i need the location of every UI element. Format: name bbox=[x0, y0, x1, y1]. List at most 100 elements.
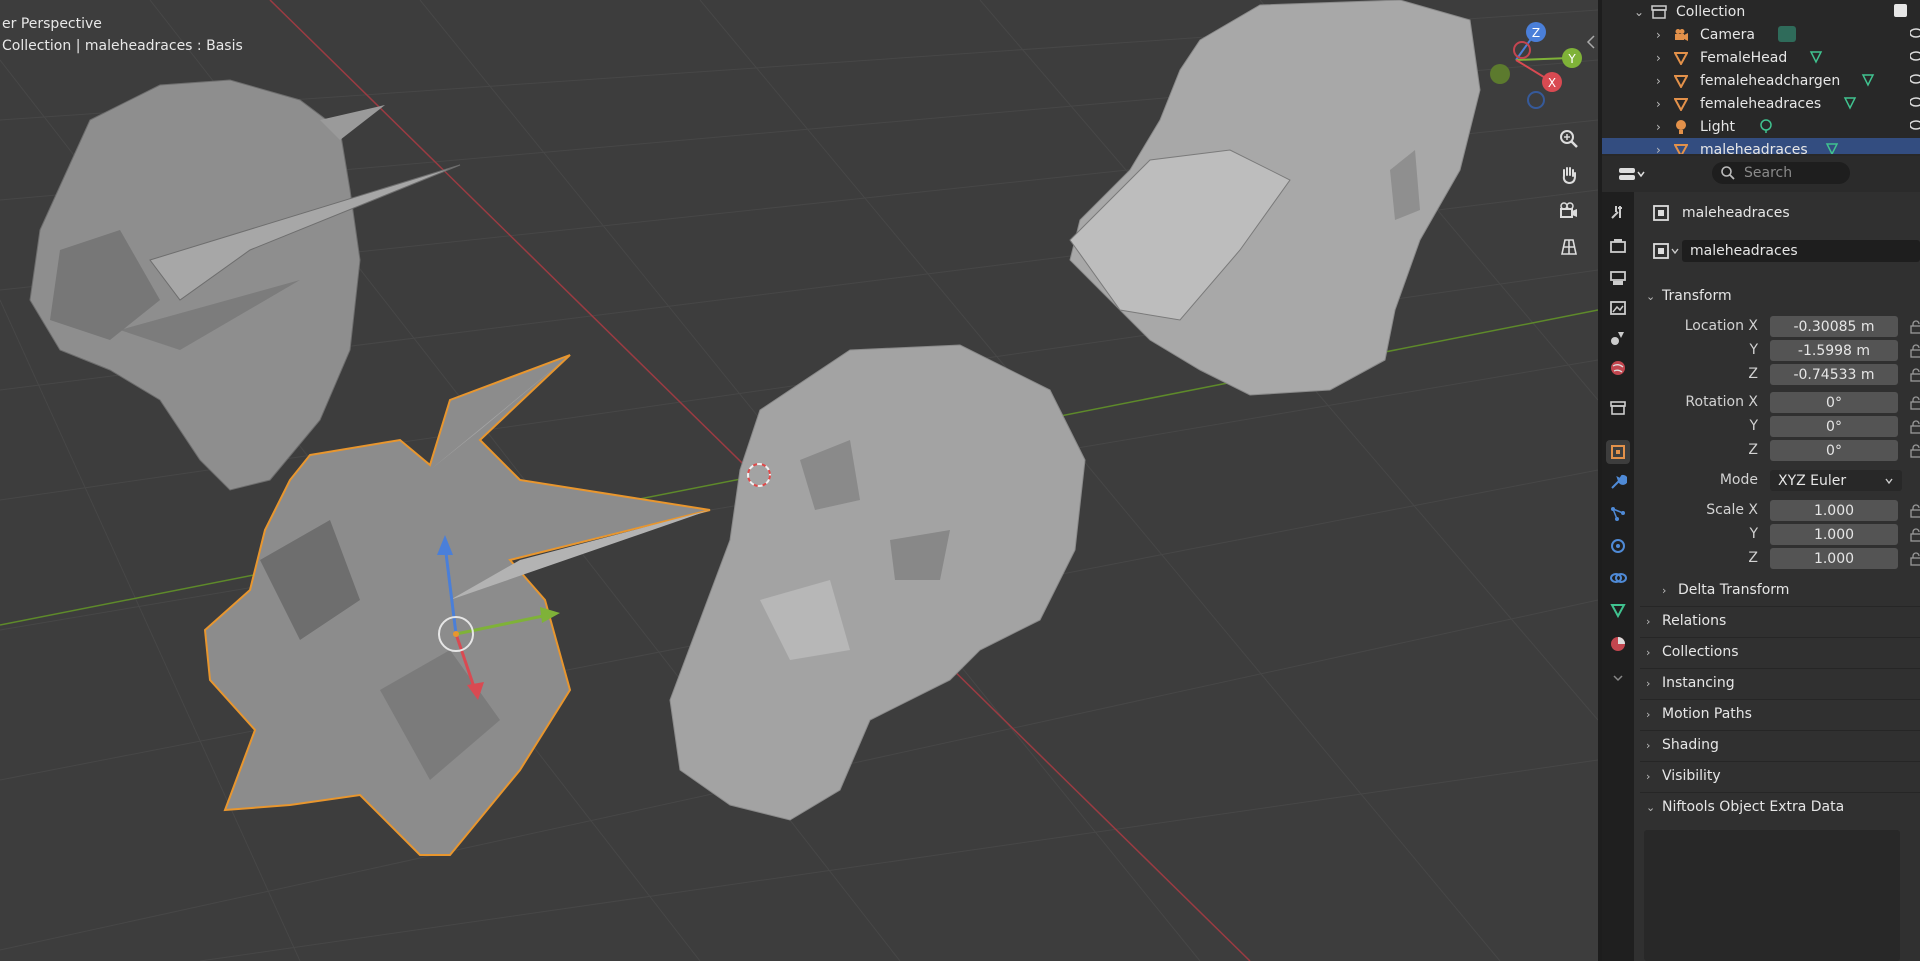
tab-constraints[interactable] bbox=[1606, 566, 1630, 590]
shading-panel-header[interactable]: › Shading bbox=[1634, 731, 1920, 759]
outliner-item-femalehead[interactable]: › FemaleHead bbox=[1602, 46, 1920, 69]
chevron-right-icon[interactable]: › bbox=[1656, 143, 1661, 155]
tab-object[interactable] bbox=[1606, 440, 1630, 464]
tab-data[interactable] bbox=[1606, 598, 1630, 622]
light-data-icon[interactable] bbox=[1758, 118, 1774, 138]
chevron-right-icon[interactable]: › bbox=[1656, 120, 1661, 134]
visibility-panel-header[interactable]: › Visibility bbox=[1634, 762, 1920, 790]
checkbox-icon[interactable] bbox=[1894, 4, 1907, 17]
outliner-item-maleheadraces[interactable]: › maleheadraces bbox=[1602, 138, 1920, 154]
lock-icon[interactable] bbox=[1910, 420, 1920, 434]
outliner-item-femaleheadraces[interactable]: › femaleheadraces bbox=[1602, 92, 1920, 115]
collection-icon bbox=[1610, 401, 1626, 415]
relations-panel-header[interactable]: › Relations bbox=[1634, 607, 1920, 635]
panel-label: Visibility bbox=[1662, 768, 1721, 784]
eye-icon[interactable] bbox=[1909, 73, 1920, 89]
outliner-item-label: femaleheadraces bbox=[1700, 95, 1822, 112]
location-z-field[interactable]: -0.74533 m bbox=[1770, 364, 1898, 385]
scene-canvas[interactable]: Z Y X bbox=[0, 0, 1598, 961]
scale-y-label: Y bbox=[1749, 526, 1758, 542]
location-x-field[interactable]: -0.30085 m bbox=[1770, 316, 1898, 337]
tab-modifiers[interactable] bbox=[1606, 470, 1630, 494]
chevron-right-icon: › bbox=[1646, 676, 1651, 690]
rotation-x-field[interactable]: 0° bbox=[1770, 392, 1898, 413]
lock-icon[interactable] bbox=[1910, 444, 1920, 458]
niftools-list[interactable] bbox=[1644, 830, 1900, 961]
chevron-down-icon[interactable]: ⌄ bbox=[1634, 5, 1644, 19]
rotation-z-label: Z bbox=[1748, 442, 1758, 458]
lock-icon[interactable] bbox=[1910, 552, 1920, 566]
lock-icon[interactable] bbox=[1910, 504, 1920, 518]
eye-icon[interactable] bbox=[1909, 119, 1920, 135]
object-name-field[interactable]: maleheadraces bbox=[1682, 240, 1920, 262]
outliner-item-femaleheadchargen[interactable]: › femaleheadchargen bbox=[1602, 69, 1920, 92]
rotation-mode-dropdown[interactable]: XYZ Euler bbox=[1770, 470, 1902, 491]
collection-icon bbox=[1650, 3, 1668, 21]
tab-physics[interactable] bbox=[1606, 534, 1630, 558]
object-title: maleheadraces bbox=[1682, 205, 1790, 221]
object-name-row: maleheadraces bbox=[1652, 240, 1920, 262]
eye-icon[interactable] bbox=[1909, 96, 1920, 112]
scale-x-field[interactable]: 1.000 bbox=[1770, 500, 1898, 521]
tab-collection[interactable] bbox=[1606, 396, 1630, 420]
outliner-item-camera[interactable]: › Camera bbox=[1602, 23, 1920, 46]
lock-icon[interactable] bbox=[1910, 320, 1920, 334]
object-title-row: maleheadraces bbox=[1652, 204, 1790, 222]
scale-z-field[interactable]: 1.000 bbox=[1770, 548, 1898, 569]
ortho-toggle-button[interactable] bbox=[1552, 230, 1586, 264]
tab-material[interactable] bbox=[1606, 632, 1630, 656]
eye-icon[interactable] bbox=[1909, 50, 1920, 66]
outliner-item-light[interactable]: › Light bbox=[1602, 115, 1920, 138]
mesh-data-icon[interactable] bbox=[1808, 49, 1824, 69]
mesh-data-icon[interactable] bbox=[1860, 72, 1876, 92]
scale-y-field[interactable]: 1.000 bbox=[1770, 524, 1898, 545]
tab-more[interactable] bbox=[1606, 666, 1630, 690]
lock-icon[interactable] bbox=[1910, 368, 1920, 382]
tab-tool[interactable] bbox=[1606, 200, 1630, 224]
head-mesh-top-right bbox=[1069, 0, 1481, 396]
3d-viewport[interactable]: Z Y X er Perspective Collection | malehe… bbox=[0, 0, 1598, 961]
tab-output[interactable] bbox=[1606, 266, 1630, 290]
object-browse-button[interactable] bbox=[1652, 242, 1682, 260]
tab-world[interactable] bbox=[1606, 356, 1630, 380]
chevron-right-icon[interactable]: › bbox=[1656, 97, 1661, 111]
eye-icon[interactable] bbox=[1909, 27, 1920, 43]
camera-data-icon[interactable] bbox=[1778, 26, 1796, 42]
chevron-right-icon[interactable]: › bbox=[1656, 74, 1661, 88]
mesh-data-icon[interactable] bbox=[1842, 95, 1858, 115]
motion-paths-panel-header[interactable]: › Motion Paths bbox=[1634, 700, 1920, 728]
editor-type-button[interactable] bbox=[1618, 164, 1648, 184]
grid-icon bbox=[1561, 239, 1577, 255]
lock-icon[interactable] bbox=[1910, 528, 1920, 542]
outliner-item-label: Light bbox=[1700, 118, 1735, 135]
instancing-panel-header[interactable]: › Instancing bbox=[1634, 669, 1920, 697]
pan-button[interactable] bbox=[1552, 158, 1586, 192]
panel-label: Shading bbox=[1662, 737, 1719, 753]
constraint-icon bbox=[1610, 573, 1627, 583]
tab-render[interactable] bbox=[1606, 234, 1630, 258]
search-field[interactable]: Search bbox=[1712, 162, 1850, 184]
outliner-collection-row[interactable]: ⌄ Collection bbox=[1602, 0, 1920, 23]
niftools-panel-header[interactable]: ⌄ Niftools Object Extra Data bbox=[1634, 793, 1920, 821]
rotation-z-field[interactable]: 0° bbox=[1770, 440, 1898, 461]
lock-icon[interactable] bbox=[1910, 396, 1920, 410]
mesh-data-icon[interactable] bbox=[1824, 141, 1840, 154]
transform-panel-header[interactable]: ⌄ Transform bbox=[1634, 282, 1920, 310]
camera-icon bbox=[1560, 202, 1577, 218]
location-y-field[interactable]: -1.5998 m bbox=[1770, 340, 1898, 361]
tab-view-layer[interactable] bbox=[1606, 296, 1630, 320]
collections-panel-header[interactable]: › Collections bbox=[1634, 638, 1920, 666]
tab-particles[interactable] bbox=[1606, 502, 1630, 526]
zoom-button[interactable] bbox=[1552, 122, 1586, 156]
chevron-right-icon[interactable]: › bbox=[1656, 28, 1661, 42]
physics-icon bbox=[1611, 539, 1625, 553]
transform-header-label: Transform bbox=[1662, 288, 1732, 304]
outliner[interactable]: ⌄ Collection › Camera › FemaleHead › fem… bbox=[1602, 0, 1920, 154]
camera-view-button[interactable] bbox=[1552, 194, 1586, 228]
rotation-y-field[interactable]: 0° bbox=[1770, 416, 1898, 437]
tab-scene[interactable] bbox=[1606, 326, 1630, 350]
lock-icon[interactable] bbox=[1910, 344, 1920, 358]
chevron-right-icon[interactable]: › bbox=[1656, 51, 1661, 65]
delta-transform-header[interactable]: › Delta Transform bbox=[1634, 576, 1920, 604]
mesh-data-icon bbox=[1610, 604, 1626, 619]
